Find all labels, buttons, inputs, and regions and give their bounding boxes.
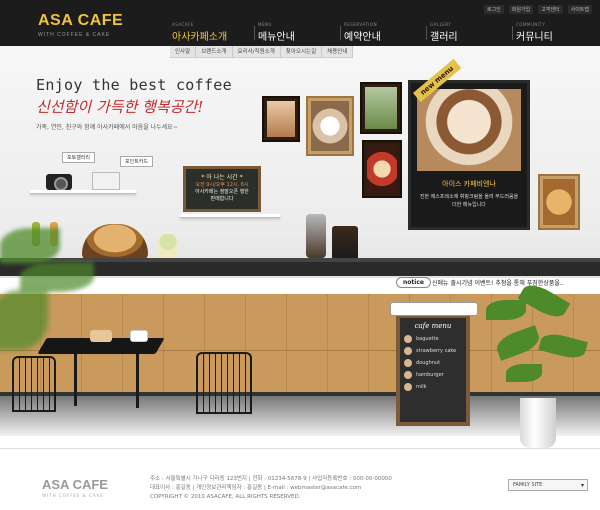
nav-item-label: 커뮤니티 bbox=[516, 32, 553, 43]
shelf bbox=[180, 214, 280, 218]
nav-item-label: 메뉴안내 bbox=[258, 32, 295, 43]
sitemap-link[interactable]: 사이트맵 bbox=[567, 5, 592, 14]
menu-board-title: cafe menu bbox=[414, 322, 452, 330]
sub-nav: 인사말 브랜드소개 요리사/직원소개 찾아오시는길 채용안내 bbox=[170, 46, 354, 58]
menu-item: hamburger bbox=[404, 371, 466, 379]
notice-label: notice bbox=[396, 277, 431, 288]
iced-coffee-photo bbox=[417, 89, 521, 171]
leaf-decor bbox=[486, 300, 526, 320]
footer-logo-subtitle: WITH COFFEE & CAKE bbox=[42, 493, 104, 498]
hero-script-title: 신선함이 가득한 행복공간! bbox=[36, 98, 204, 116]
photo-frame[interactable] bbox=[262, 96, 300, 142]
nav-item-community[interactable]: COMMUNITY 커뮤니티 bbox=[512, 22, 598, 46]
subnav-directions[interactable]: 찾아오시는길 bbox=[281, 46, 323, 57]
camera-icon[interactable] bbox=[46, 174, 72, 191]
footer-info: 주소 : 서울특별시 가나구 다라동 123번지 | 전화 : 01234-56… bbox=[150, 475, 392, 502]
parfait-photo bbox=[367, 145, 397, 193]
notice-text[interactable]: 신메뉴 출시기념 이벤트! 추첨을 통해 푸짐한상품을.. bbox=[432, 278, 564, 287]
nav-item-reservation[interactable]: RESERVATION 예약안내 bbox=[340, 22, 426, 46]
family-site-label: FAMILY SITE bbox=[513, 482, 543, 488]
hero-description: 가족, 연인, 친구와 함께 아사카페에서 마음을 나누세요~ bbox=[36, 124, 178, 131]
nav-item-gallery[interactable]: GALLERY 갤러리 bbox=[426, 22, 512, 46]
feature-title: 아이스 카페비엔나 bbox=[442, 180, 496, 188]
header: ASA CAFE WITH COFFEE & CAKE 로그인 회원가입 고객센… bbox=[0, 0, 600, 46]
nav-item-menu[interactable]: MENU 메뉴안내 bbox=[254, 22, 340, 46]
footer-address: 주소 : 서울특별시 가나구 다라동 123번지 | 전화 : 01234-56… bbox=[150, 476, 392, 482]
coffee-cup bbox=[130, 330, 148, 342]
point-card-icon[interactable] bbox=[92, 172, 120, 190]
menu-item: milk bbox=[404, 383, 466, 391]
footer-copyright: COPYRIGHT © 2010 ASACAFE, ALL RIGHTS RES… bbox=[150, 494, 301, 500]
nav-item-label: 예약안내 bbox=[344, 32, 381, 43]
coffee-photo bbox=[311, 101, 349, 151]
photo-frame[interactable] bbox=[538, 174, 580, 230]
table-leg bbox=[136, 354, 139, 408]
nav-item-en: MENU bbox=[258, 22, 272, 27]
dessert-photo bbox=[365, 87, 397, 129]
join-link[interactable]: 회원가입 bbox=[508, 5, 534, 14]
menu-item: doughnut bbox=[404, 359, 466, 367]
photo-frame[interactable] bbox=[360, 82, 402, 134]
footer-logo[interactable]: ASA CAFE bbox=[42, 477, 108, 492]
footer: ASA CAFE WITH COFFEE & CAKE 주소 : 서울특별시 가… bbox=[0, 448, 600, 510]
cake-photo bbox=[267, 101, 295, 137]
photo-gallery-tag[interactable]: 포토갤러리 bbox=[62, 152, 96, 163]
family-site-select[interactable]: FAMILY SITE ▾ bbox=[508, 479, 588, 491]
main-nav: ASACAFE 아사카페소개 MENU 메뉴안내 RESERVATION 예약안… bbox=[168, 22, 598, 46]
board-title: * 아 나는 시간 * bbox=[201, 174, 243, 181]
nav-item-en: ASACAFE bbox=[172, 22, 194, 27]
cafe-chair bbox=[196, 352, 252, 414]
croissant-photo bbox=[543, 179, 575, 225]
nav-item-label: 갤러리 bbox=[430, 32, 458, 43]
photo-frame[interactable] bbox=[362, 140, 402, 198]
photo-frame[interactable] bbox=[306, 96, 354, 156]
logo-subtitle: WITH COFFEE & CAKE bbox=[38, 32, 111, 38]
logo[interactable]: ASA CAFE bbox=[38, 12, 123, 30]
board-line: 아사카페는 정말오픈 행한 bbox=[195, 189, 249, 195]
shelf bbox=[30, 190, 136, 194]
leaf-decor bbox=[0, 228, 60, 264]
board-line: 판매합니다 bbox=[210, 196, 234, 202]
hours-chalkboard: * 아 나는 시간 * 오전 9시/오후 12시, 6시 아사카페는 정말오픈 … bbox=[183, 166, 261, 212]
menu-item: baguette bbox=[404, 335, 466, 343]
menu-item: strawberry cake bbox=[404, 347, 466, 355]
new-menu-feature[interactable]: new menu 아이스 카페비엔나 진한 에스프레소에 휘핑크림을 올려 부드… bbox=[408, 59, 530, 230]
cake-slice bbox=[90, 330, 112, 342]
feature-text: 진한 에스프레소에 휘핑크림을 올려 부드러움을 더한 메뉴입니다 bbox=[419, 194, 519, 208]
nav-item-en: GALLERY bbox=[430, 22, 452, 27]
subnav-brand[interactable]: 브랜드소개 bbox=[196, 46, 233, 57]
cafe-chair bbox=[12, 356, 56, 412]
point-card-tag[interactable]: 포인트카드 bbox=[120, 156, 154, 167]
subnav-greeting[interactable]: 인사말 bbox=[170, 46, 197, 57]
subnav-staff[interactable]: 요리사/직원소개 bbox=[233, 46, 281, 57]
board-line: 오전 9시/오후 12시, 6시 bbox=[195, 182, 249, 188]
coffee-mill-icon bbox=[332, 226, 358, 260]
hero-headline: Enjoy the best coffee bbox=[36, 76, 232, 94]
support-link[interactable]: 고객센터 bbox=[538, 5, 563, 14]
floor bbox=[0, 396, 600, 436]
footer-contact: 대표이사 : 홍길동 | 개인정보관리책임자 : 홍길동 | E-mail : … bbox=[150, 485, 362, 491]
leaf-decor bbox=[506, 364, 542, 382]
leaf-decor bbox=[20, 262, 94, 292]
nav-item-en: RESERVATION bbox=[344, 22, 378, 27]
nav-item-label: 아사카페소개 bbox=[172, 32, 228, 43]
cafe-menu-board: cafe menu baguette strawberry cake dough… bbox=[390, 302, 478, 426]
coffee-grinder-icon bbox=[306, 214, 326, 258]
subnav-recruit[interactable]: 채용안내 bbox=[322, 46, 354, 57]
table-leg bbox=[74, 354, 77, 406]
dessert-cup bbox=[158, 234, 178, 260]
login-link[interactable]: 로그인 bbox=[483, 5, 504, 14]
chevron-down-icon: ▾ bbox=[580, 482, 584, 489]
nav-item-about[interactable]: ASACAFE 아사카페소개 bbox=[168, 22, 254, 46]
utility-links: 로그인 회원가입 고객센터 사이트맵 bbox=[483, 5, 592, 14]
nav-item-en: COMMUNITY bbox=[516, 22, 546, 27]
plant-pot bbox=[520, 398, 556, 448]
menu-board-awning bbox=[390, 302, 478, 316]
